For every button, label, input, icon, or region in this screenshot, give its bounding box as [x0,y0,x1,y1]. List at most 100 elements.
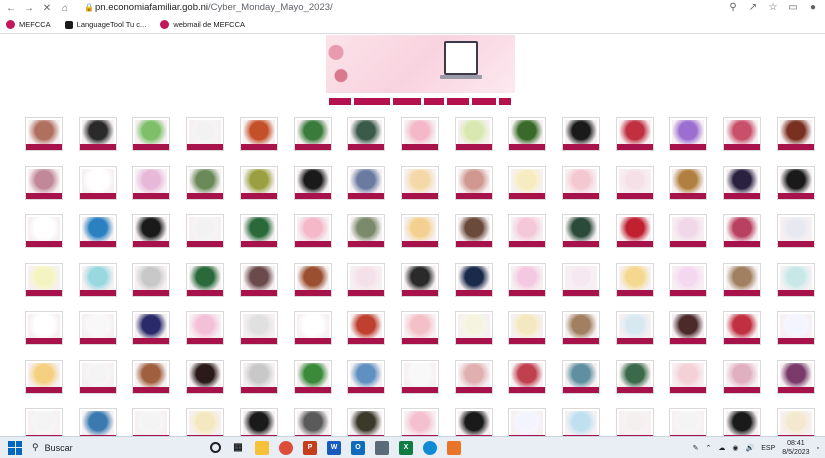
business-tile[interactable] [455,311,493,345]
business-tile[interactable] [562,408,600,436]
business-tile[interactable] [347,408,385,436]
business-tile[interactable] [777,166,815,200]
business-tile[interactable] [186,166,224,200]
business-tile[interactable] [25,311,63,345]
business-tile[interactable] [562,360,600,394]
business-tile[interactable] [347,360,385,394]
business-tile[interactable] [455,166,493,200]
business-tile[interactable] [669,360,707,394]
business-tile[interactable] [777,408,815,436]
business-tile[interactable] [294,263,332,297]
business-tile[interactable] [777,311,815,345]
profile-icon[interactable]: ● [807,2,819,13]
business-tile[interactable] [455,117,493,151]
business-tile[interactable] [508,311,546,345]
business-tile[interactable] [508,408,546,436]
business-tile[interactable] [669,311,707,345]
business-tile[interactable] [240,214,278,248]
home-icon[interactable]: ⌂ [56,0,74,16]
business-tile[interactable] [616,214,654,248]
business-tile[interactable] [616,166,654,200]
business-tile[interactable] [508,117,546,151]
business-tile[interactable] [562,166,600,200]
business-tile[interactable] [132,311,170,345]
volume-icon[interactable]: 🔊 [746,444,755,452]
mothers-day-banner[interactable] [326,35,515,93]
task-view-icon[interactable]: ▦ [231,441,245,455]
chrome-icon[interactable] [279,440,293,455]
edge-icon[interactable] [423,440,437,455]
business-tile[interactable] [669,214,707,248]
notifications-icon[interactable]: ▫ [817,445,819,452]
business-tile[interactable] [347,311,385,345]
business-tile[interactable] [401,214,439,248]
business-tile[interactable] [616,117,654,151]
category-tab[interactable] [499,98,511,105]
business-tile[interactable] [616,360,654,394]
business-tile[interactable] [562,214,600,248]
word-icon[interactable]: W [327,440,341,455]
business-tile[interactable] [562,311,600,345]
business-tile[interactable] [79,117,117,151]
business-tile[interactable] [186,214,224,248]
business-tile[interactable] [347,117,385,151]
bookmark-mefcca[interactable]: MEFCCA [6,20,51,29]
business-tile[interactable] [455,263,493,297]
business-tile[interactable] [669,263,707,297]
business-tile[interactable] [240,408,278,436]
business-tile[interactable] [723,263,761,297]
share-icon[interactable]: ↗ [747,2,759,13]
business-tile[interactable] [723,408,761,436]
search-icon[interactable]: ⚲ [727,2,739,13]
business-tile[interactable] [723,117,761,151]
business-tile[interactable] [25,214,63,248]
business-tile[interactable] [294,311,332,345]
category-tab[interactable] [329,98,351,105]
business-tile[interactable] [132,408,170,436]
business-tile[interactable] [723,214,761,248]
cloud-icon[interactable]: ☁ [718,444,725,452]
business-tile[interactable] [723,360,761,394]
business-tile[interactable] [294,166,332,200]
business-tile[interactable] [669,408,707,436]
business-tile[interactable] [455,214,493,248]
powerpoint-icon[interactable]: P [303,440,317,455]
business-tile[interactable] [508,166,546,200]
business-tile[interactable] [562,263,600,297]
business-tile[interactable] [616,263,654,297]
business-tile[interactable] [777,117,815,151]
business-tile[interactable] [401,117,439,151]
business-tile[interactable] [508,263,546,297]
business-tile[interactable] [723,311,761,345]
pen-icon[interactable]: ✎ [693,444,699,452]
business-tile[interactable] [401,263,439,297]
cortana-icon[interactable] [210,442,221,453]
calculator-icon[interactable] [375,440,389,455]
address-bar[interactable]: pn.economiafamiliar.gob.ni/Cyber_Monday_… [95,2,333,13]
business-tile[interactable] [132,360,170,394]
business-tile[interactable] [25,166,63,200]
sidebar-icon[interactable]: ▭ [787,2,799,13]
business-tile[interactable] [132,117,170,151]
business-tile[interactable] [777,263,815,297]
business-tile[interactable] [616,408,654,436]
business-tile[interactable] [294,117,332,151]
business-tile[interactable] [723,166,761,200]
business-tile[interactable] [240,360,278,394]
business-tile[interactable] [240,311,278,345]
lock-icon[interactable]: 🔒 [84,3,94,12]
category-tab[interactable] [354,98,390,105]
category-tab[interactable] [393,98,421,105]
business-tile[interactable] [79,408,117,436]
business-tile[interactable] [25,117,63,151]
business-tile[interactable] [401,360,439,394]
business-tile[interactable] [347,214,385,248]
language-indicator[interactable]: ESP [761,445,775,452]
business-tile[interactable] [186,311,224,345]
business-tile[interactable] [455,408,493,436]
business-tile[interactable] [25,408,63,436]
outlook-icon[interactable]: O [351,440,365,455]
business-tile[interactable] [777,360,815,394]
category-tab[interactable] [472,98,496,105]
business-tile[interactable] [79,311,117,345]
